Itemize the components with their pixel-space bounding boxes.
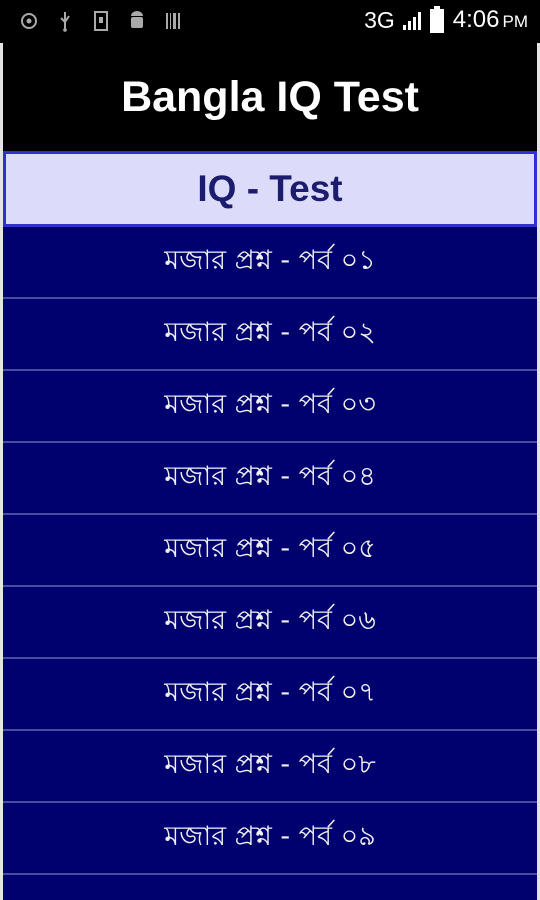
list-item[interactable]: মজার প্রশ্ন - পর্ব ০৭ [3,659,537,731]
signal-icon [402,12,421,30]
list-item[interactable]: মজার প্রশ্ন - পর্ব ০৪ [3,443,537,515]
usb-icon [60,12,70,32]
list-item[interactable]: মজার প্রশ্ন - পর্ব ০৬ [3,587,537,659]
clock-ampm: PM [502,12,529,31]
barcode-icon [166,13,180,29]
list-item-label: মজার প্রশ্ন - পর্ব ০৩ [164,388,376,420]
title-bar: Bangla IQ Test [3,43,537,151]
list-item-label: মজার প্রশ্ন - পর্ব ০২ [164,316,376,348]
app-screen: Bangla IQ Test IQ - Test মজার প্রশ্ন - প… [0,43,540,900]
list-item-label: মজার প্রশ্ন - পর্ব ০১ [164,244,376,276]
list-item[interactable]: মজার প্রশ্ন - পর্ব ০২ [3,299,537,371]
list-item[interactable]: মজার প্রশ্ন - পর্ব ০১ [3,227,537,299]
list-item[interactable]: মজার প্রশ্ন - পর্ব ০৯ [3,803,537,875]
network-type: 3G [364,6,395,33]
section-header: IQ - Test [3,151,537,227]
list-item[interactable]: মজার প্রশ্ন - পর্ব ০৫ [3,515,537,587]
list-item-label: মজার প্রশ্ন - পর্ব ০৬ [164,604,376,636]
status-bar: 3G 4:06 PM [0,0,540,43]
list-item[interactable]: মজার প্রশ্ন - পর্ব ০৮ [3,731,537,803]
android-icon [131,11,143,28]
list-item-label: মজার প্রশ্ন - পর্ব ০৭ [164,676,376,708]
list-item-label: মজার প্রশ্ন - পর্ব ০৮ [164,748,376,780]
list-item-label: মজার প্রশ্ন - পর্ব ০৪ [164,460,376,492]
episode-list: মজার প্রশ্ন - পর্ব ০১ মজার প্রশ্ন - পর্ব… [3,227,537,875]
clock-time: 4:06 [452,6,500,33]
app-title: Bangla IQ Test [121,72,419,121]
clock: 4:06 PM [453,6,528,34]
list-item-label: মজার প্রশ্ন - পর্ব ০৫ [164,532,376,564]
sim-icon [94,11,108,31]
list-item[interactable]: মজার প্রশ্ন - পর্ব ০৩ [3,371,537,443]
section-title: IQ - Test [197,168,343,209]
list-item-label: মজার প্রশ্ন - পর্ব ০৯ [164,820,376,852]
status-right: 3G 4:06 PM [364,6,528,34]
battery-icon [429,6,444,33]
notification-icons [20,10,182,32]
chrome-icon [21,13,37,29]
